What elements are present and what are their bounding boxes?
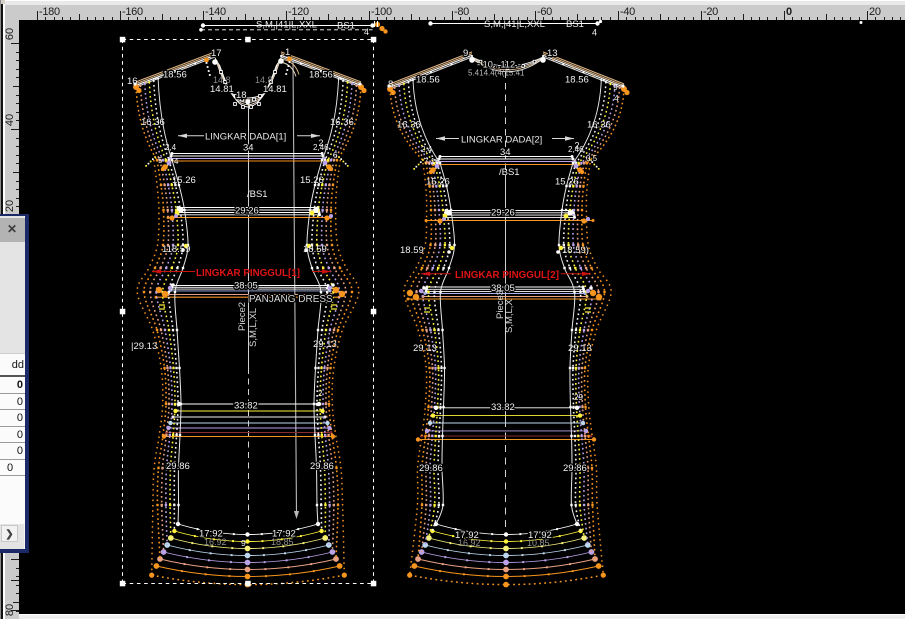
svg-text:29.86: 29.86 [166,461,190,472]
svg-text:33.82: 33.82 [491,402,515,413]
svg-text:2,46: 2,46 [568,145,584,154]
svg-text:15.26: 15.26 [172,175,196,186]
svg-text:29.86: 29.86 [310,461,334,472]
svg-text:16.36: 16.36 [141,117,165,128]
svg-text:29: 29 [574,393,583,402]
svg-text:1: 1 [285,47,290,58]
svg-text:2,4: 2,4 [421,145,433,154]
svg-text:2,46: 2,46 [313,143,329,152]
svg-text:16.92: 16.92 [204,537,227,547]
svg-text:9: 9 [613,82,618,92]
svg-text:18: 18 [236,90,247,101]
svg-text:4: 4 [174,157,179,166]
svg-text:|29.13: |29.13 [131,341,157,352]
svg-text:29.13: 29.13 [568,343,592,354]
svg-text:LINGKAR DADA[1]: LINGKAR DADA[1] [205,132,286,143]
svg-text:15.26: 15.26 [555,177,579,188]
svg-text:18.59: 18.59 [400,245,424,256]
svg-text:14.81: 14.81 [263,84,287,95]
svg-text:BS1: BS1 [566,19,584,30]
svg-text:18.59): 18.59) [562,245,589,256]
svg-text:S,M,|41|L,XXL: S,M,|41|L,XXL [484,19,545,30]
svg-text:15.26: 15.26 [300,175,324,186]
svg-text:15.26: 15.26 [426,177,450,188]
svg-text:2: 2 [318,389,323,398]
svg-text:4: 4 [592,28,597,38]
svg-text:LINGKAR DADA[2]: LINGKAR DADA[2] [461,135,542,146]
svg-text:S,M,L,XL: S,M,L,XL [248,308,259,347]
svg-text:/BS1: /BS1 [499,167,520,178]
svg-text:17: 17 [211,48,222,59]
svg-text:29.26: 29.26 [491,208,515,219]
svg-text:29.13: 29.13 [413,343,437,354]
svg-text:16.92: 16.92 [458,538,481,548]
svg-text:18.56: 18.56 [565,75,589,86]
svg-text:29.86: 29.86 [563,463,587,474]
svg-text:9: 9 [241,538,246,548]
svg-text:18.56: 18.56 [416,75,440,86]
svg-text:10.85: 10.85 [527,538,550,548]
svg-text:Piece2: Piece2 [237,302,248,331]
svg-text:34: 34 [500,147,511,158]
svg-text:16: 16 [127,76,138,87]
svg-text:13: 13 [547,48,558,59]
svg-text:29.86: 29.86 [419,463,443,474]
svg-text:5: 5 [158,156,163,165]
svg-text:29.13: 29.13 [313,339,337,350]
svg-text:18.59: 18.59 [303,244,327,255]
svg-text:LINGKAR PINGGUL[1]: LINGKAR PINGGUL[1] [196,268,300,279]
svg-text:8: 8 [388,79,393,90]
svg-text:7,16: 7,16 [424,157,440,166]
svg-text:34: 34 [243,143,254,154]
svg-text:4: 4 [614,93,619,103]
svg-text:S,M,L,X: S,M,L,X [504,299,515,333]
svg-text:16.36: 16.36 [397,120,421,131]
svg-text:18.56: 18.56 [309,70,333,81]
svg-text:16.36: 16.36 [587,120,611,131]
svg-text:2,4: 2,4 [165,143,177,152]
svg-text:4: 4 [364,27,369,37]
svg-text:PANJANG DRESS: PANJANG DRESS [249,294,333,305]
svg-text:/BS1: /BS1 [247,189,268,200]
svg-text:9: 9 [463,48,468,59]
svg-text:38.05: 38.05 [234,281,258,292]
svg-text:33.82: 33.82 [234,401,258,412]
svg-text:14.81: 14.81 [210,84,234,95]
svg-text:118.59: 118.59 [162,244,190,255]
svg-text:LINGKAR PINGGUL[2]: LINGKAR PINGGUL[2] [455,270,559,281]
svg-text:5.414.4(4(15.41: 5.414.4(4(15.41 [468,69,525,78]
svg-text:29.26: 29.26 [235,206,259,217]
svg-text:6: 6 [333,151,338,160]
svg-text:BS1: BS1 [337,21,355,32]
svg-text:18.56: 18.56 [163,70,187,81]
svg-text:S,M,|41|L,XXL: S,M,|41|L,XXL [256,20,317,31]
svg-text:18.85: 18.85 [271,537,294,547]
svg-text:0,5: 0,5 [586,154,598,163]
svg-text:16.36: 16.36 [330,117,354,128]
